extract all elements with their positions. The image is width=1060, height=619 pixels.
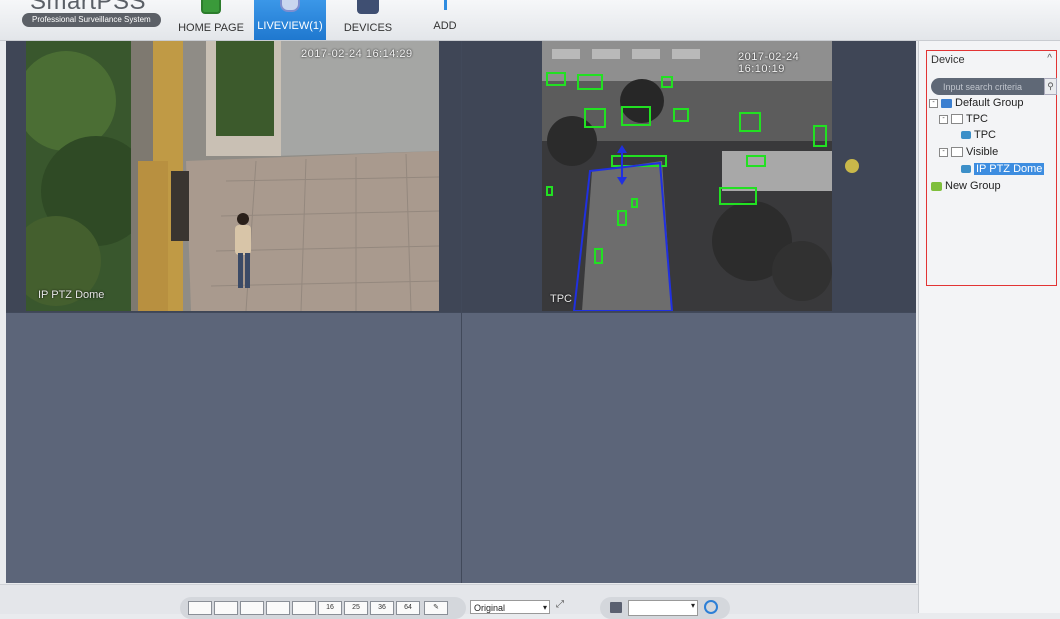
tree-node-label: Default Group bbox=[955, 97, 1024, 109]
chevron-down-icon: ▾ bbox=[690, 601, 695, 610]
tab-liveview[interactable]: LIVEVIEW(1) bbox=[254, 0, 326, 40]
collapse-toggle-icon[interactable]: - bbox=[939, 114, 948, 124]
device-search-input[interactable] bbox=[931, 78, 1044, 95]
devices-icon bbox=[357, 0, 379, 14]
camera-feed-tpc[interactable]: 2017-02-24 16:10:19 TPC bbox=[542, 41, 832, 311]
folder-icon bbox=[951, 114, 963, 125]
tree-node-tpc-folder[interactable]: - TPC bbox=[939, 112, 988, 127]
power-icon[interactable] bbox=[704, 600, 718, 614]
bottom-toolbar: 16 25 36 64 ✎ Original ▾ ⤢ ▾ bbox=[0, 584, 918, 619]
chevron-up-icon[interactable]: ^ bbox=[1047, 53, 1052, 64]
app-subtitle: Professional Surveillance System bbox=[22, 13, 161, 27]
view-mode-value: Original bbox=[474, 603, 506, 613]
new-group-icon bbox=[931, 181, 942, 191]
tree-node-ip-ptz-dome[interactable]: IP PTZ Dome bbox=[961, 162, 1045, 177]
tree-node-label: TPC bbox=[966, 113, 988, 125]
folder-icon bbox=[951, 147, 963, 158]
layout-button-group: 16 25 36 64 ✎ bbox=[180, 597, 466, 619]
collapse-toggle-icon[interactable]: - bbox=[929, 98, 938, 108]
stream-control-group: ▾ bbox=[600, 597, 730, 619]
grid-divider-horizontal bbox=[6, 312, 916, 313]
save-icon[interactable] bbox=[610, 602, 622, 613]
tab-home-label: HOME PAGE bbox=[178, 22, 244, 34]
tree-node-label: TPC bbox=[974, 129, 996, 141]
camera-icon bbox=[961, 131, 971, 140]
tree-node-new-group[interactable]: New Group bbox=[931, 179, 1001, 194]
device-panel: Device ^ ⚲ -Default Group -TPC TPC -Visi… bbox=[918, 41, 1060, 613]
camera-feed-ptz[interactable]: 2017-02-24 16:14:29 IP PTZ Dome bbox=[26, 41, 439, 311]
home-icon bbox=[201, 0, 221, 14]
top-bar: SmartPSS Professional Surveillance Syste… bbox=[0, 0, 1060, 41]
tree-node-visible-folder[interactable]: - Visible bbox=[939, 145, 998, 160]
group-icon bbox=[941, 98, 952, 108]
ptz-timestamp: 2017-02-24 16:14:29 bbox=[301, 48, 413, 60]
search-icon[interactable]: ⚲ bbox=[1044, 78, 1057, 95]
tpc-channel-label: TPC bbox=[550, 293, 572, 305]
collapse-toggle-icon[interactable]: - bbox=[939, 147, 948, 157]
tree-node-label: IP PTZ Dome bbox=[974, 163, 1045, 175]
view-mode-select[interactable]: Original ▾ bbox=[470, 600, 550, 614]
video-cell-2[interactable]: 2017-02-24 16:10:19 TPC bbox=[462, 41, 916, 312]
stream-select[interactable]: ▾ bbox=[628, 600, 698, 616]
tab-devices-label: DEVICES bbox=[343, 22, 393, 34]
tab-add[interactable]: ADD bbox=[410, 0, 480, 40]
tpc-timestamp: 2017-02-24 16:10:19 bbox=[738, 51, 800, 75]
liveview-icon bbox=[280, 0, 300, 12]
fullscreen-icon[interactable]: ⤢ bbox=[556, 599, 564, 610]
mouse-cursor-highlight bbox=[845, 159, 859, 173]
ptz-scene-image bbox=[26, 41, 439, 311]
tab-home-page[interactable]: HOME PAGE bbox=[176, 0, 246, 40]
tree-node-default-group[interactable]: - Default Group bbox=[929, 96, 1023, 111]
video-cell-4-empty[interactable] bbox=[462, 313, 916, 583]
tree-node-label: New Group bbox=[945, 180, 1001, 192]
device-tree-box: Device ^ ⚲ -Default Group -TPC TPC -Visi… bbox=[926, 50, 1057, 286]
tab-devices[interactable]: DEVICES bbox=[333, 0, 403, 40]
video-cell-3-empty[interactable] bbox=[6, 313, 461, 583]
video-grid: 2017-02-24 16:14:29 IP PTZ Dome 2017-02-… bbox=[6, 41, 916, 583]
panel-title: Device bbox=[931, 54, 965, 66]
tab-liveview-label: LIVEVIEW(1) bbox=[257, 20, 323, 32]
add-icon bbox=[436, 0, 454, 12]
tree-node-tpc-camera[interactable]: TPC bbox=[961, 128, 996, 143]
tpc-scene-image bbox=[542, 41, 832, 311]
tab-add-label: ADD bbox=[433, 20, 457, 32]
video-cell-1[interactable]: 2017-02-24 16:14:29 IP PTZ Dome bbox=[6, 41, 461, 312]
camera-icon bbox=[961, 165, 971, 174]
ptz-channel-label: IP PTZ Dome bbox=[38, 289, 105, 301]
tree-node-label: Visible bbox=[966, 146, 999, 158]
